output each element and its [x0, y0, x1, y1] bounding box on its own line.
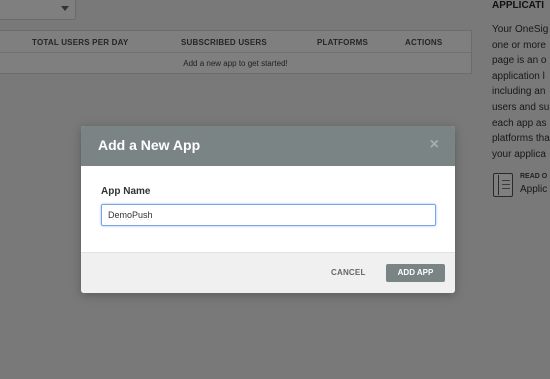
dialog-title: Add a New App [98, 137, 201, 153]
cancel-button[interactable]: CANCEL [331, 268, 366, 277]
app-name-input[interactable] [101, 204, 436, 226]
add-app-dialog: Add a New App × App Name CANCEL ADD APP [81, 126, 455, 293]
add-app-button[interactable]: ADD APP [386, 264, 445, 282]
dialog-header: Add a New App × [81, 126, 455, 166]
dialog-footer: CANCEL ADD APP [81, 252, 455, 293]
app-name-label: App Name [101, 186, 151, 197]
close-icon[interactable]: × [430, 137, 439, 153]
dialog-body: App Name [81, 166, 455, 252]
